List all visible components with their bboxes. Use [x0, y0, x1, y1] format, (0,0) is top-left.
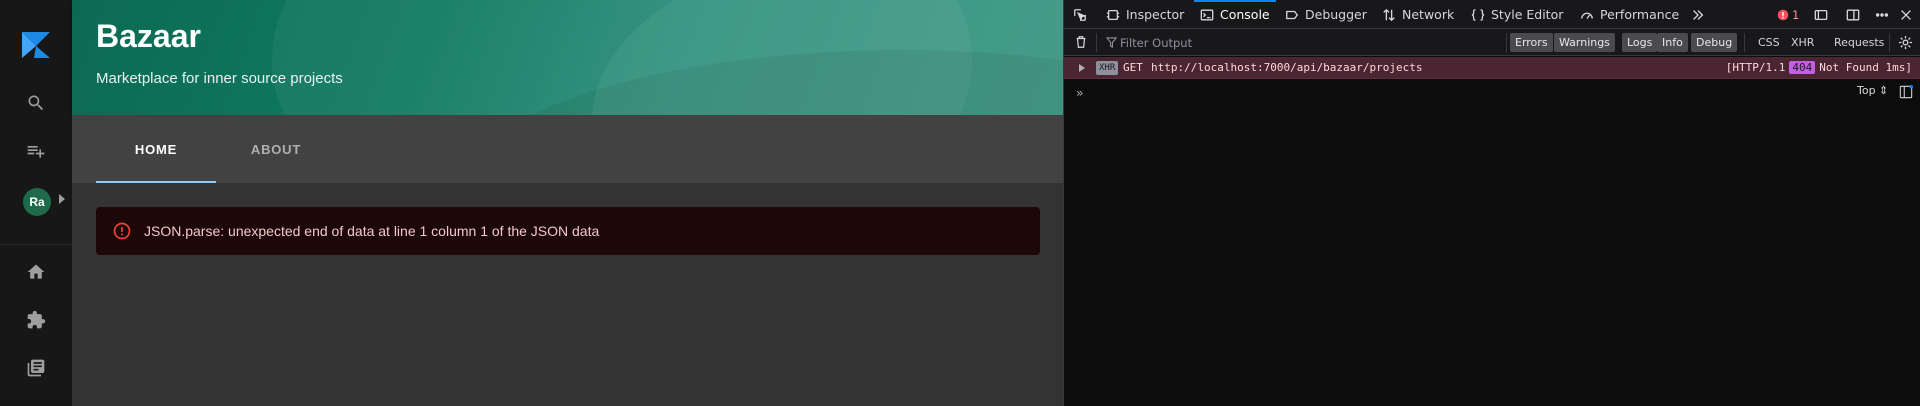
page-header: Bazaar Marketplace for inner source proj…	[72, 0, 1063, 115]
avatar[interactable]: Ra	[23, 188, 51, 216]
tab-console[interactable]: Console	[1194, 0, 1276, 29]
overflow-chevron-icon[interactable]	[1690, 7, 1706, 23]
error-outline-icon	[113, 222, 131, 240]
alert-message: JSON.parse: unexpected end of data at li…	[144, 223, 600, 239]
more-options-icon[interactable]	[1874, 7, 1890, 23]
separator	[1889, 33, 1890, 52]
context-selector[interactable]: Top ⇕	[1857, 84, 1888, 97]
tab-style-editor[interactable]: Style Editor	[1471, 0, 1563, 29]
tab-debugger[interactable]: Debugger	[1285, 0, 1367, 29]
settings-gear-icon[interactable]	[1898, 35, 1913, 50]
tab-home[interactable]: HOME	[96, 115, 216, 183]
braces-icon	[1471, 8, 1485, 21]
filter-logs-button[interactable]: Logs	[1622, 33, 1658, 52]
dock-side-icon[interactable]	[1845, 7, 1861, 23]
tab-debugger-label: Debugger	[1305, 7, 1367, 22]
page-subtitle: Marketplace for inner source projects	[96, 70, 343, 87]
close-icon[interactable]	[1898, 7, 1914, 23]
console-icon	[1200, 9, 1214, 20]
devtools-toolbar: Inspector Console Debugger Network Style…	[1064, 0, 1920, 29]
expand-arrow-icon[interactable]	[1079, 64, 1085, 72]
protocol: [HTTP/1.1	[1725, 61, 1786, 74]
status-text: Not Found 1ms]	[1819, 61, 1912, 74]
separator	[1096, 33, 1097, 52]
search-icon[interactable]	[22, 89, 50, 117]
devtools-panel: Inspector Console Debugger Network Style…	[1063, 0, 1920, 406]
playlist-add-icon[interactable]	[22, 137, 50, 165]
tab-about[interactable]: ABOUT	[216, 115, 336, 183]
filter-xhr-button[interactable]: XHR	[1791, 33, 1814, 52]
tab-performance[interactable]: Performance	[1580, 0, 1679, 29]
network-icon	[1383, 8, 1395, 21]
page-title: Bazaar	[96, 18, 201, 54]
filter-css-button[interactable]: CSS	[1758, 33, 1780, 52]
sidebar: Ra	[0, 0, 72, 406]
request-url[interactable]: http://localhost:7000/api/bazaar/project…	[1151, 61, 1423, 74]
console-log-row[interactable]: XHR GET http://localhost:7000/api/bazaar…	[1064, 57, 1920, 79]
tab-style-editor-label: Style Editor	[1491, 7, 1564, 22]
tab-inspector[interactable]: Inspector	[1106, 0, 1184, 29]
error-icon	[1777, 9, 1789, 21]
element-picker-icon[interactable]	[1072, 7, 1088, 23]
filter-warnings-button[interactable]: Warnings	[1554, 33, 1615, 52]
filter-debug-button[interactable]: Debug	[1691, 33, 1738, 52]
debugger-icon	[1286, 10, 1299, 19]
error-count: 1	[1792, 8, 1800, 22]
filter-info-button[interactable]: Info	[1657, 33, 1688, 52]
error-alert: JSON.parse: unexpected end of data at li…	[96, 207, 1040, 255]
console-prompt[interactable]: »	[1076, 86, 1083, 100]
separator	[1506, 33, 1507, 52]
tab-network-label: Network	[1402, 7, 1455, 22]
responsive-design-icon[interactable]	[1813, 7, 1829, 23]
trash-icon[interactable]	[1074, 35, 1088, 49]
separator	[1744, 33, 1745, 52]
inspector-icon	[1106, 9, 1120, 20]
backstage-app: Ra Bazaar Marketplace for inner source p…	[0, 0, 1063, 406]
filter-errors-button[interactable]: Errors	[1510, 33, 1553, 52]
tab-bar: HOME ABOUT	[72, 115, 1063, 183]
tab-console-label: Console	[1220, 7, 1270, 22]
split-console-icon[interactable]	[1899, 85, 1913, 99]
tab-performance-label: Performance	[1600, 7, 1680, 22]
request-status: [HTTP/1.1 404 Not Found 1ms]	[1726, 61, 1912, 74]
tab-network[interactable]: Network	[1382, 0, 1454, 29]
filter-requests-button[interactable]: Requests	[1834, 33, 1884, 52]
library-books-icon[interactable]	[22, 354, 50, 382]
tab-inspector-label: Inspector	[1126, 7, 1185, 22]
console-filter-bar: Errors Warnings Logs Info Debug CSS XHR …	[1064, 29, 1920, 56]
backstage-logo-icon[interactable]	[20, 30, 52, 60]
caret-right-icon[interactable]	[59, 194, 65, 204]
error-count-badge[interactable]: 1	[1777, 7, 1805, 23]
gauge-icon	[1581, 12, 1593, 19]
xhr-badge: XHR	[1096, 61, 1119, 75]
request-method: GET	[1123, 61, 1143, 74]
home-icon[interactable]	[22, 258, 50, 286]
status-code-badge: 404	[1789, 61, 1816, 74]
extension-icon[interactable]	[22, 306, 50, 334]
filter-output-input[interactable]	[1104, 33, 1564, 52]
sidebar-divider	[0, 244, 72, 245]
